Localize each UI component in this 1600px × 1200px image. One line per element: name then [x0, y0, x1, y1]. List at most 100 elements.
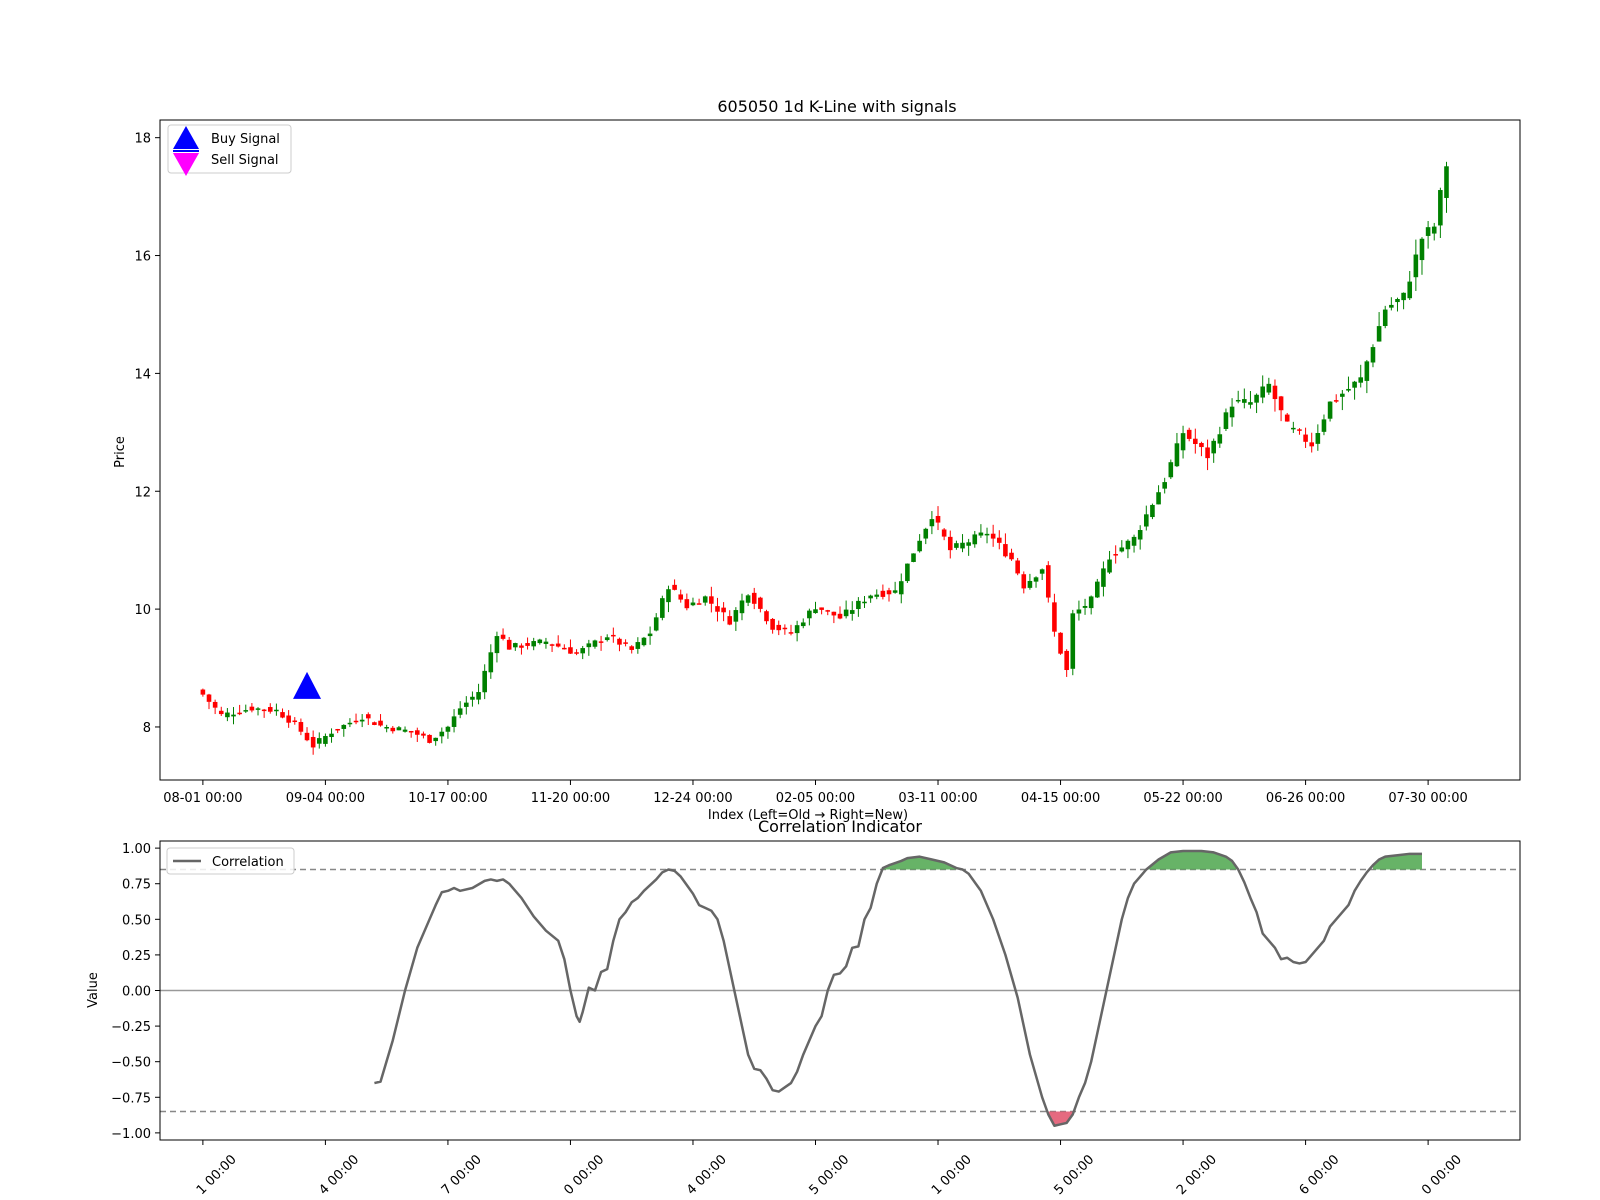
candle-body: [592, 640, 598, 647]
candle-body: [476, 692, 481, 700]
candle-body: [1076, 609, 1082, 614]
candle-body: [604, 637, 610, 641]
candle-body: [1088, 596, 1094, 609]
candle-body: [954, 543, 959, 548]
candle-body: [856, 600, 861, 610]
candle-body: [298, 722, 304, 732]
candle-body: [1248, 402, 1253, 405]
candle-body: [1303, 434, 1308, 442]
candle-body: [696, 603, 702, 605]
candle-body: [862, 601, 867, 604]
candle-body: [1131, 536, 1137, 546]
candle-body: [1137, 530, 1143, 540]
candle-body: [929, 519, 935, 527]
candle-body: [372, 722, 377, 725]
candle-body: [849, 610, 855, 614]
candle-body: [310, 736, 316, 748]
candle-body: [537, 639, 543, 644]
kline-x-tick-label: 10-17 00:00: [408, 791, 487, 806]
candle-body: [892, 590, 898, 593]
candle-body: [1162, 482, 1167, 489]
candle-body: [898, 581, 904, 595]
candle-body: [611, 634, 616, 637]
candle-body: [1425, 227, 1431, 236]
candle-body: [1156, 492, 1161, 505]
candle-body: [1101, 568, 1106, 587]
candle-body: [1260, 386, 1265, 398]
buy-signal-legend-label: Buy Signal: [211, 132, 280, 147]
candle-body: [1045, 565, 1051, 598]
candle-body: [1346, 388, 1351, 391]
candle-body: [457, 708, 463, 715]
candle-body: [390, 727, 396, 732]
candle-body: [464, 702, 469, 707]
candle-body: [978, 532, 984, 536]
candle-body: [1254, 394, 1259, 403]
candle-body: [678, 594, 684, 600]
candle-body: [243, 710, 249, 712]
candle-body: [721, 607, 726, 613]
candle-body: [868, 595, 873, 599]
kline-y-tick-label: 18: [134, 132, 151, 147]
candle-body: [316, 738, 322, 744]
correlation-y-tick-label: −0.25: [111, 1020, 151, 1035]
candle-body: [825, 610, 831, 612]
candle-body: [1180, 433, 1186, 451]
candle-body: [1401, 292, 1406, 301]
candle-body: [513, 643, 518, 648]
candle-body: [1272, 385, 1278, 400]
candle-body: [672, 584, 677, 590]
candle-body: [347, 722, 353, 725]
candle-body: [359, 719, 365, 722]
candle-body: [623, 642, 628, 644]
candle-body: [335, 728, 340, 731]
candle-body: [506, 639, 512, 650]
candle-body: [739, 600, 745, 614]
correlation-legend-label: Correlation: [212, 855, 284, 870]
kline-y-tick-label: 8: [143, 721, 151, 736]
kline-x-tick-label: 02-05 00:00: [776, 791, 855, 806]
candle-body: [1193, 438, 1198, 445]
candle-body: [488, 652, 494, 673]
candle-body: [782, 627, 788, 630]
candle-body: [1223, 412, 1229, 429]
candle-body: [1150, 504, 1155, 518]
candle-body: [653, 617, 659, 631]
candle-body: [1229, 406, 1235, 418]
candle-body: [1431, 226, 1437, 234]
kline-title: 605050 1d K-Line with signals: [717, 97, 956, 116]
candle-body: [568, 647, 573, 654]
kline-x-tick-label: 06-26 00:00: [1266, 791, 1345, 806]
candle-body: [1174, 443, 1180, 467]
candle-body: [996, 537, 1002, 543]
kline-x-tick-label: 09-04 00:00: [286, 791, 365, 806]
candle-body: [574, 652, 579, 654]
candle-body: [1052, 602, 1057, 632]
candle-body: [1027, 580, 1033, 588]
candle-body: [1119, 547, 1125, 552]
candle-body: [831, 611, 837, 616]
candle-body: [800, 622, 806, 627]
candle-body: [421, 733, 426, 736]
candle-body: [353, 720, 359, 723]
candle-body: [702, 596, 708, 603]
candle-body: [1352, 381, 1357, 388]
candle-body: [1113, 554, 1118, 556]
correlation-legend: Correlation: [166, 847, 295, 875]
candle-body: [439, 731, 445, 737]
correlation-y-tick-label: 0.50: [122, 913, 151, 928]
candle-body: [1278, 396, 1284, 411]
candle-body: [941, 529, 947, 537]
candle-body: [562, 647, 567, 650]
correlation-y-tick-label: 1.00: [122, 842, 151, 857]
candle-body: [500, 634, 506, 639]
candle-body: [519, 645, 524, 648]
candle-body: [218, 710, 224, 715]
candle-body: [482, 670, 487, 693]
candle-body: [1082, 605, 1088, 608]
candle-body: [764, 611, 769, 622]
candle-body: [1003, 544, 1008, 557]
candle-body: [543, 641, 549, 644]
candle-body: [911, 553, 916, 562]
candle-body: [427, 734, 432, 743]
